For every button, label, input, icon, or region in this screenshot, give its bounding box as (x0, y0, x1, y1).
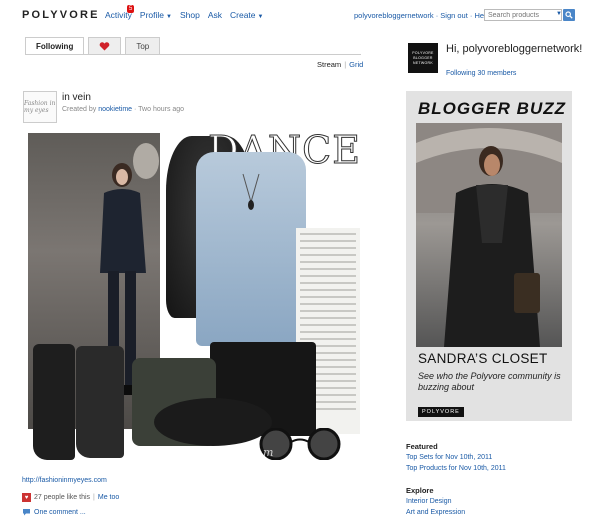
user-avatar[interactable]: POLYVORE BLOGGER NETWORK (408, 43, 438, 73)
comments-row: One comment ... (22, 508, 86, 516)
nav-shop[interactable]: Shop (180, 10, 200, 20)
search-button[interactable] (563, 9, 575, 21)
notification-badge: 5 (127, 5, 135, 13)
featured-heading: Featured (406, 442, 438, 451)
tab-following[interactable]: Following (25, 37, 85, 55)
denim-shirt (196, 152, 306, 346)
nav-activity[interactable]: Activity 5 (105, 5, 135, 20)
ad-figure (416, 123, 562, 347)
following-link[interactable]: Following 30 members (446, 70, 516, 77)
meta-time: · Two hours ago (132, 106, 185, 113)
me-too-button[interactable]: Me too (98, 494, 119, 501)
nav-ask[interactable]: Ask (208, 10, 222, 20)
nav-profile[interactable]: Profile ▼ (140, 10, 172, 20)
author-link[interactable]: nookietime (98, 106, 132, 113)
post-meta: Created by nookietime · Two hours ago (62, 106, 184, 113)
stream-toggle[interactable]: Stream (317, 60, 341, 69)
grid-toggle[interactable]: Grid (349, 60, 363, 69)
nav-create-label: Create (230, 10, 256, 20)
ad-heading: SANDRA’S CLOSET (418, 351, 548, 366)
view-toggle: Stream | Grid (317, 60, 363, 69)
tab-likes[interactable] (88, 37, 122, 55)
chevron-down-icon: ▼ (166, 14, 172, 20)
user-greeting: Hi, polyvorebloggernetwork! (446, 43, 583, 55)
nav-profile-label: Profile (139, 10, 165, 20)
source-link[interactable]: http://fashioninmyeyes.com (22, 477, 107, 484)
account-links[interactable]: polyvorebloggernetwork · Sign out · Help (354, 11, 490, 20)
collage-image[interactable]: DANCE fashioninmyeyes.com (28, 128, 360, 466)
meta-prefix: Created by (62, 106, 97, 113)
necklace (242, 173, 260, 210)
chevron-down-icon[interactable]: ▼ (556, 11, 562, 17)
likes-row: ♥ 27 people like this | Me too (22, 493, 119, 502)
lion-statue (133, 143, 159, 179)
comment-icon (23, 509, 30, 516)
polyvore-logo[interactable]: POLYVORE (22, 9, 100, 21)
ad-photo (416, 123, 562, 347)
boot-left (33, 344, 75, 460)
search-icon (565, 11, 573, 19)
chevron-down-icon: ▼ (257, 14, 264, 20)
watermark: fashioninmyeyes.com (136, 446, 275, 459)
divider: | (344, 60, 347, 69)
heart-icon[interactable]: ♥ (22, 493, 31, 502)
avatar-logo-text: POLYVORE BLOGGER NETWORK (412, 50, 434, 65)
search-input[interactable] (484, 9, 562, 21)
boot-right (76, 346, 124, 458)
explore-heading: Explore (406, 486, 434, 495)
tab-divider (25, 54, 361, 55)
featured-link-top-sets[interactable]: Top Sets for Nov 10th, 2011 (406, 454, 492, 461)
ad-brand-logo: POLYVORE (418, 407, 464, 417)
likes-count: 27 people like this (34, 494, 91, 501)
main-nav: Activity 5 Profile ▼ Shop Ask Create ▼ (105, 5, 263, 20)
featured-link-top-products[interactable]: Top Products for Nov 10th, 2011 (406, 465, 506, 472)
top-bar: POLYVORE Activity 5 Profile ▼ Shop Ask Cr… (0, 0, 600, 30)
avatar[interactable]: Fashion in my eyes (23, 91, 57, 123)
feed-tabs: Following Top (25, 37, 161, 55)
ad-text: See who the Polyvore community is buzzin… (418, 371, 561, 392)
comments-link[interactable]: One comment ... (34, 509, 86, 516)
blogger-buzz-ad[interactable]: BLOGGER BUZZ SANDRA’S CLOSET See who the… (406, 91, 572, 421)
explore-link-art-expression[interactable]: Art and Expression (406, 509, 465, 516)
divider: | (93, 494, 95, 501)
post-title[interactable]: in vein (62, 92, 91, 103)
tab-top[interactable]: Top (125, 37, 161, 55)
explore-link-interior-design[interactable]: Interior Design (406, 498, 452, 505)
ad-title: BLOGGER BUZZ (418, 99, 566, 118)
nav-create[interactable]: Create ▼ (230, 10, 263, 20)
heart-icon (100, 42, 110, 51)
avatar-text: Fashion in my eyes (24, 100, 56, 114)
